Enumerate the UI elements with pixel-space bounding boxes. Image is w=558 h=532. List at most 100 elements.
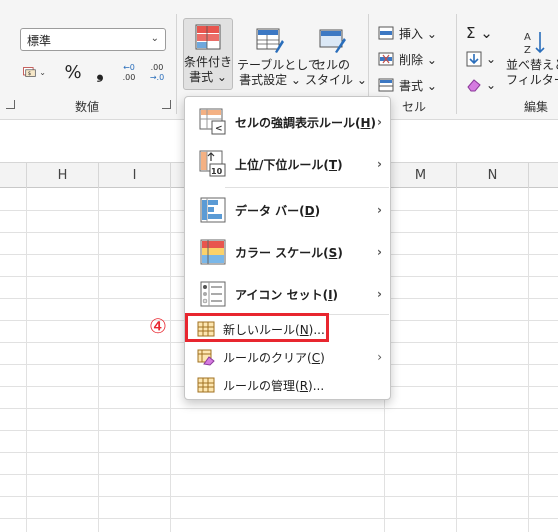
sort-filter-label-2: フィルター ⌄ <box>506 73 558 87</box>
cell-styles-button[interactable]: セルの スタイル ⌄ <box>305 22 367 88</box>
menu-item-text: ルールの管理( <box>223 378 300 393</box>
gridline <box>98 188 99 532</box>
cells-group-label: セル <box>402 100 427 114</box>
column-header-h[interactable]: H <box>27 163 99 188</box>
fill-button[interactable]: ⌄ <box>466 48 496 70</box>
comma-style-icon: ❟ <box>96 61 104 83</box>
menu-item-text-end: ) <box>320 350 325 365</box>
data-bars-icon <box>200 197 226 223</box>
highlight-cells-rules-icon: < <box>199 108 226 135</box>
number-group-label: 数値 <box>75 100 100 114</box>
accounting-format-button[interactable]: $ ⌄ <box>22 62 46 82</box>
svg-text:Z: Z <box>524 45 531 56</box>
submenu-arrow-icon: › <box>377 157 382 171</box>
menu-label: カラー スケール(S) <box>235 244 343 261</box>
clear-dropdown: ⌄ <box>486 78 497 92</box>
comma-style-button[interactable]: ❟ <box>90 60 110 84</box>
menu-item-text-end: ) <box>337 157 343 172</box>
menu-item-color-scales[interactable]: カラー スケール(S) › <box>185 231 390 273</box>
increase-decimal-icon: ←0 <box>123 63 135 72</box>
format-as-table-label-2: 書式設定 ⌄ <box>239 73 301 87</box>
menu-label: セルの強調表示ルール(H) <box>235 114 376 131</box>
menu-item-manage-rules[interactable]: ルールの管理(R)... <box>185 371 390 399</box>
menu-item-text: ルールのクリア( <box>223 350 312 365</box>
gridline <box>0 496 558 497</box>
column-header-empty <box>0 163 27 188</box>
gridline <box>0 518 558 519</box>
clear-button[interactable]: ⌄ <box>466 74 496 96</box>
menu-item-text-end: )... <box>308 378 325 393</box>
menu-item-accesskey: H <box>360 115 371 130</box>
svg-text:A: A <box>524 32 531 43</box>
sort-filter-button[interactable]: A Z 並べ替えと フィルター ⌄ <box>506 24 558 88</box>
accounting-format-icon: $ <box>23 67 36 77</box>
menu-item-top-bottom-rules[interactable]: 10 上位/下位ルール(T) › <box>185 143 390 185</box>
fill-dropdown: ⌄ <box>486 52 497 66</box>
decrease-decimal-button[interactable]: .00 →.0 <box>144 60 170 86</box>
menu-item-text-end: ) <box>337 245 343 260</box>
delete-cells-label: 削除 ⌄ <box>399 52 437 67</box>
menu-item-clear-rules[interactable]: ルールのクリア(C) › <box>185 343 390 371</box>
menu-item-accesskey: T <box>328 157 338 172</box>
chevron-down-icon: ⌄ <box>150 33 159 44</box>
clear-rules-icon <box>197 349 215 366</box>
submenu-arrow-icon: › <box>377 350 382 364</box>
menu-item-text: データ バー( <box>235 203 305 218</box>
menu-label: ルールの管理(R)... <box>223 377 324 394</box>
submenu-arrow-icon: › <box>377 245 382 259</box>
gridline <box>0 408 558 409</box>
delete-cells-button[interactable]: 削除 ⌄ <box>378 48 437 70</box>
icon-sets-icon <box>200 281 226 307</box>
cell-styles-icon <box>317 26 347 56</box>
menu-item-icon-sets[interactable]: アイコン セット(I) › <box>185 273 390 315</box>
column-header-next[interactable] <box>529 163 558 188</box>
manage-rules-icon <box>197 377 215 393</box>
menu-item-data-bars[interactable]: データ バー(D) › <box>185 189 390 231</box>
font-group-launcher[interactable] <box>6 100 15 109</box>
gridline <box>26 188 27 532</box>
menu-item-text-end: ) <box>332 287 339 302</box>
svg-text:<: < <box>215 124 223 134</box>
format-cells-button[interactable]: 書式 ⌄ <box>378 74 437 96</box>
gridline <box>0 430 558 431</box>
number-format-dropdown[interactable]: 標準 ⌄ <box>20 28 166 51</box>
decrease-decimal-icon: .00 <box>150 63 164 72</box>
menu-label: ルールのクリア(C) <box>223 349 325 366</box>
autosum-icon: Σ ⌄ <box>466 24 493 42</box>
increase-decimal-button[interactable]: ←0 .00 <box>116 60 142 86</box>
format-cells-label: 書式 ⌄ <box>399 78 437 93</box>
conditional-formatting-button[interactable]: 条件付き 書式 ⌄ <box>183 18 233 90</box>
menu-label: アイコン セット(I) <box>235 286 338 303</box>
submenu-arrow-icon: › <box>377 287 382 301</box>
conditional-formatting-menu: < セルの強調表示ルール(H) › 10 上位/下位ルール(T) › データ バ… <box>184 96 391 400</box>
insert-cells-button[interactable]: 挿入 ⌄ <box>378 22 437 44</box>
ribbon-separator <box>176 14 177 114</box>
menu-item-text: アイコン セット( <box>235 287 329 302</box>
menu-item-text: 上位/下位ルール( <box>235 157 329 172</box>
format-as-table-button[interactable]: テーブルとして 書式設定 ⌄ <box>237 22 320 88</box>
column-header-i[interactable]: I <box>99 163 171 188</box>
format-as-table-label-1: テーブルとして <box>237 58 320 72</box>
column-header-n[interactable]: N <box>457 163 529 188</box>
percent-style-button[interactable]: % <box>62 60 84 84</box>
increase-decimal-icon-bottom: .00 <box>122 73 136 82</box>
gridline <box>0 474 558 475</box>
number-format-value: 標準 <box>27 34 52 48</box>
ribbon-separator <box>456 14 457 114</box>
submenu-arrow-icon: › <box>377 115 382 129</box>
gridline <box>0 452 558 453</box>
column-header-m[interactable]: M <box>385 163 457 188</box>
menu-item-highlight-cells-rules[interactable]: < セルの強調表示ルール(H) › <box>185 101 390 143</box>
editing-group-label: 編集 <box>524 100 549 114</box>
menu-label: 上位/下位ルール(T) <box>235 156 343 173</box>
delete-cells-icon <box>378 52 394 66</box>
submenu-arrow-icon: › <box>377 203 382 217</box>
cell-styles-label-2: スタイル ⌄ <box>305 73 367 87</box>
top-bottom-rules-icon: 10 <box>199 150 226 177</box>
svg-text:10: 10 <box>211 167 223 176</box>
fill-down-icon <box>466 51 482 67</box>
menu-separator <box>225 187 389 188</box>
autosum-button[interactable]: Σ ⌄ <box>466 22 493 44</box>
number-group-launcher[interactable] <box>162 100 171 109</box>
conditional-formatting-label-1: 条件付き <box>184 55 233 69</box>
